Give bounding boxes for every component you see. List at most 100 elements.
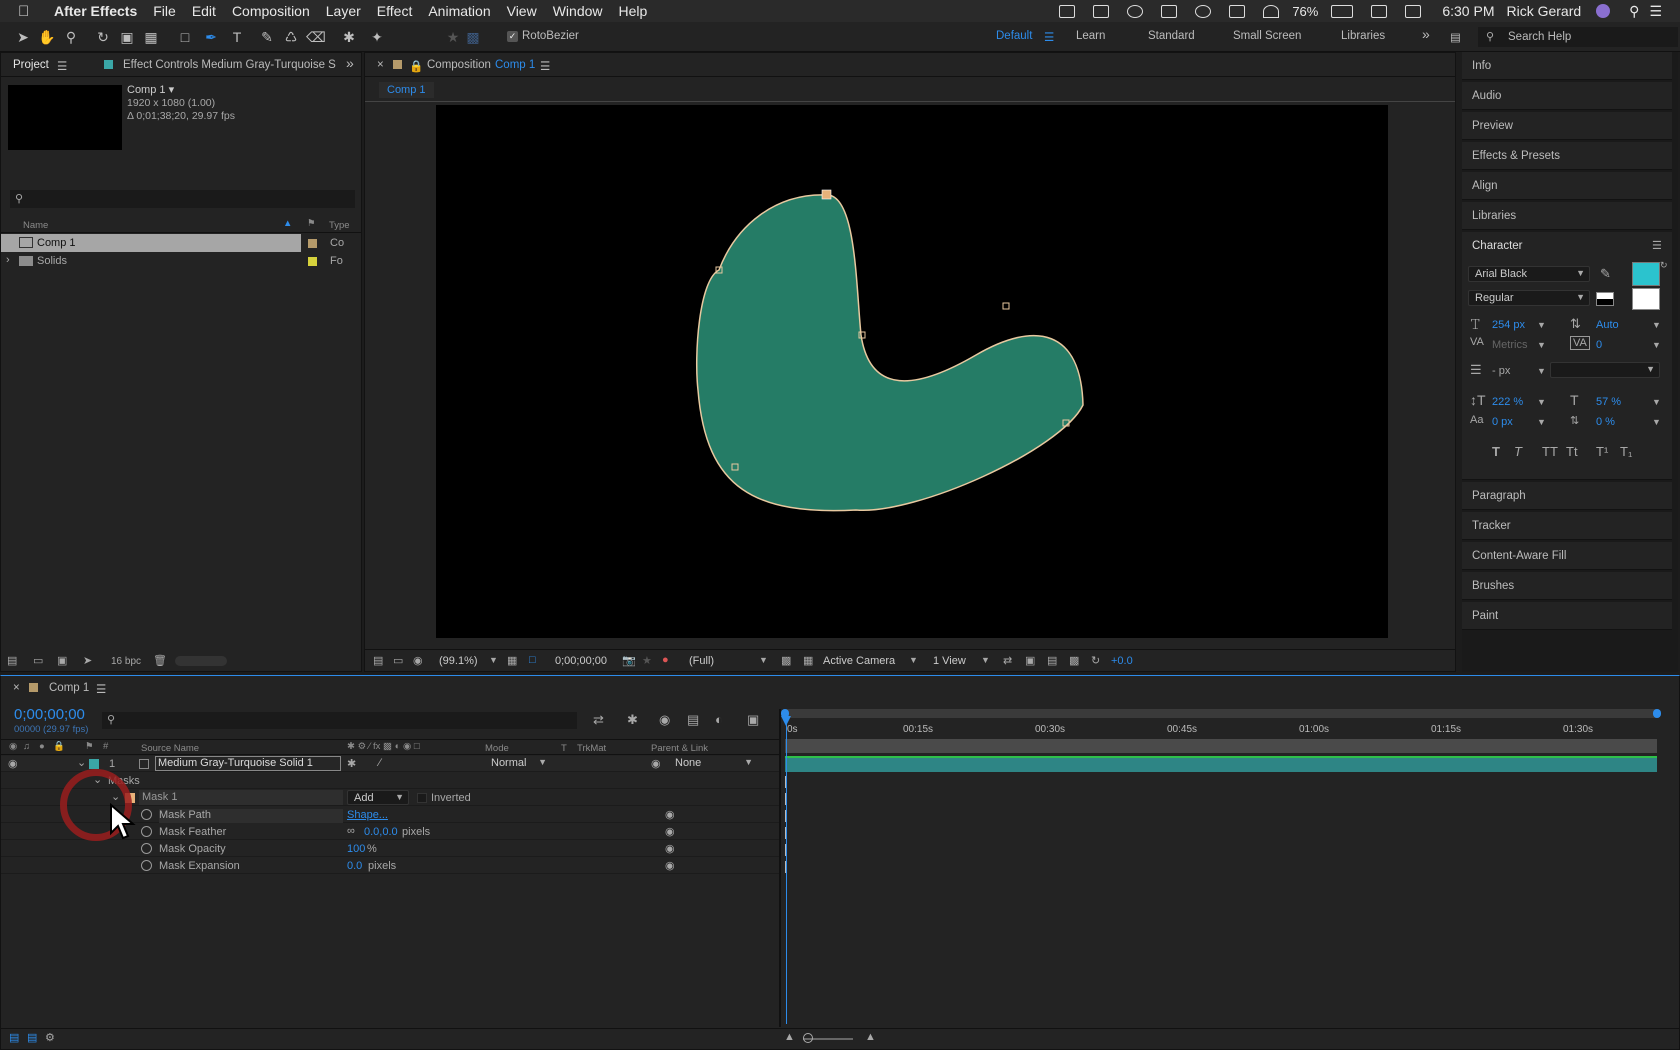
time-navigator[interactable]	[781, 709, 1661, 718]
panel-paragraph[interactable]: Paragraph	[1462, 482, 1672, 510]
tsume-value[interactable]: 0 %	[1596, 416, 1615, 428]
project-item-comp1[interactable]: Comp 1	[1, 234, 301, 252]
shy-layers-icon[interactable]: ◉	[659, 712, 670, 728]
region-icon[interactable]: □	[529, 654, 536, 666]
chevron-down-icon[interactable]: ▼	[759, 655, 768, 665]
layer-duration-bar[interactable]	[785, 756, 1657, 772]
constrain-link-icon[interactable]: ∞	[347, 825, 355, 837]
panel-effects-presets[interactable]: Effects & Presets	[1462, 142, 1672, 170]
calendar-icon[interactable]	[1405, 4, 1422, 18]
chevron-down-icon[interactable]: ▼	[1537, 417, 1546, 427]
default-colors-icon[interactable]	[1596, 292, 1614, 306]
stopwatch-icon[interactable]	[141, 809, 152, 820]
layer-row[interactable]: ◉ ⌄ 1 Medium Gray-Turquoise Solid 1 ✱ ∕ …	[1, 756, 781, 772]
chevron-down-icon[interactable]: ▼	[1652, 417, 1661, 427]
col-source-name[interactable]: Source Name	[141, 743, 199, 754]
mask-mode-dropdown[interactable]: Add ▼	[347, 790, 409, 805]
panel-tracker[interactable]: Tracker	[1462, 512, 1672, 540]
camera-tool-icon[interactable]: ▣	[118, 28, 136, 46]
panel-audio[interactable]: Audio	[1462, 82, 1672, 110]
pick-whip-icon[interactable]: ◉	[651, 757, 661, 770]
col-type[interactable]: Type	[329, 220, 350, 231]
layer-label-swatch[interactable]	[89, 759, 99, 769]
workspace-standard[interactable]: Standard	[1148, 30, 1195, 42]
toggle-switches-icon[interactable]: ▤	[9, 1031, 19, 1044]
zoom-dropdown[interactable]: (99.1%)	[439, 655, 478, 667]
expand-layer-icon[interactable]: ⌄	[77, 756, 86, 769]
panel-align[interactable]: Align	[1462, 172, 1672, 200]
view-layout-dropdown[interactable]: 1 View	[933, 655, 966, 667]
tab-timeline-comp1[interactable]: Comp 1	[49, 682, 89, 694]
chevron-down-icon[interactable]: ▼	[1537, 366, 1546, 376]
workspace-toggle-icon[interactable]: ▤	[1450, 30, 1461, 44]
stroke-style-dropdown[interactable]: ▼	[1550, 362, 1660, 378]
project-search-input[interactable]: ⚲	[10, 190, 355, 208]
clone-stamp-tool-icon[interactable]: ♺	[282, 28, 300, 46]
visibility-column-icon[interactable]: ◉	[9, 741, 17, 752]
prop-value[interactable]: 0.0,0.0	[364, 826, 398, 838]
comp1-label-swatch[interactable]	[308, 239, 317, 248]
disclosure-triangle-icon[interactable]: ›	[6, 254, 10, 266]
mask-vertex[interactable]	[821, 189, 832, 200]
rotobezier-checkbox[interactable]: ✓	[507, 31, 518, 42]
flowchart-icon[interactable]: ▩	[1069, 654, 1079, 667]
expression-pick-whip-icon[interactable]: ◉	[665, 808, 675, 821]
eraser-tool-icon[interactable]: ⌫	[306, 28, 326, 46]
menu-help[interactable]: Help	[619, 3, 648, 19]
menu-view[interactable]: View	[507, 3, 537, 19]
prop-value[interactable]: 100	[347, 843, 365, 855]
panel-paint[interactable]: Paint	[1462, 602, 1672, 630]
camera-dropdown[interactable]: Active Camera	[823, 655, 895, 667]
pan-behind-tool-icon[interactable]: ▦	[142, 28, 160, 46]
chevron-down-icon[interactable]: ▼	[1537, 397, 1546, 407]
airplay-icon[interactable]	[1229, 4, 1246, 18]
notification-center-icon[interactable]: ☰	[1649, 3, 1662, 20]
project-comp-name[interactable]: Comp 1 ▾	[127, 83, 174, 96]
mask-shape[interactable]	[436, 105, 1388, 638]
expression-pick-whip-icon[interactable]: ◉	[665, 825, 675, 838]
workspace-libraries[interactable]: Libraries	[1341, 30, 1385, 42]
prop-value[interactable]: 0.0	[347, 860, 362, 872]
vr-icon[interactable]: ◉	[413, 654, 423, 667]
new-composition-icon[interactable]: ▣	[57, 654, 67, 667]
mask-name[interactable]: Mask 1	[139, 790, 343, 805]
menu-effect[interactable]: Effect	[377, 3, 413, 19]
menu-composition[interactable]: Composition	[232, 3, 310, 19]
eye-icon[interactable]: ◉	[8, 757, 18, 770]
chevron-down-icon[interactable]: ▼	[1537, 320, 1546, 330]
leading-value[interactable]: Auto	[1596, 319, 1619, 331]
character-menu-icon[interactable]: ☰	[1652, 239, 1662, 252]
label-column-icon[interactable]: ⚑	[85, 741, 94, 752]
solo-column-icon[interactable]: ●	[39, 741, 45, 752]
close-tab-icon[interactable]: ×	[377, 59, 384, 71]
all-caps-button[interactable]: TT	[1542, 444, 1558, 459]
toggle-pixel-aspect-icon[interactable]: ⇄	[1003, 654, 1012, 667]
toggle-modes-icon[interactable]: ▤	[27, 1031, 37, 1044]
grid-icon[interactable]: ▦	[507, 654, 517, 667]
subtab-comp1[interactable]: Comp 1	[379, 82, 434, 98]
prop-value-link[interactable]: Shape...	[347, 809, 388, 821]
resolution-dropdown[interactable]: (Full)	[689, 655, 714, 667]
frame-blending-icon[interactable]: ▤	[687, 712, 699, 728]
show-snapshot-icon[interactable]: ★	[642, 654, 652, 667]
kerning-value[interactable]: Metrics	[1492, 339, 1527, 351]
panel-preview[interactable]: Preview	[1462, 112, 1672, 140]
workspace-small-screen[interactable]: Small Screen	[1233, 30, 1301, 42]
clock[interactable]: 6:30 PM	[1442, 3, 1494, 19]
parent-dropdown[interactable]: None ▼	[669, 756, 757, 771]
expression-pick-whip-icon[interactable]: ◉	[665, 842, 675, 855]
comp-panel-menu-icon[interactable]: ☰	[540, 59, 550, 73]
workspace-menu-icon[interactable]: ☰	[1044, 30, 1054, 44]
volume-icon[interactable]	[1371, 4, 1388, 18]
stopwatch-icon[interactable]	[141, 843, 152, 854]
tracking-value[interactable]: 0	[1596, 339, 1602, 351]
tab-project[interactable]: Project	[13, 59, 49, 71]
selection-tool-icon[interactable]: ➤	[14, 28, 32, 46]
trash-icon[interactable]: 🗑	[153, 654, 167, 667]
menu-animation[interactable]: Animation	[428, 3, 490, 19]
font-family-dropdown[interactable]: Arial Black ▼	[1468, 266, 1590, 282]
audio-column-icon[interactable]: ♫	[23, 741, 30, 752]
timeline-menu-icon[interactable]: ☰	[96, 682, 106, 696]
transparency-grid-icon[interactable]: ▦	[803, 654, 813, 667]
label-column-icon[interactable]: ⚑	[307, 218, 316, 229]
